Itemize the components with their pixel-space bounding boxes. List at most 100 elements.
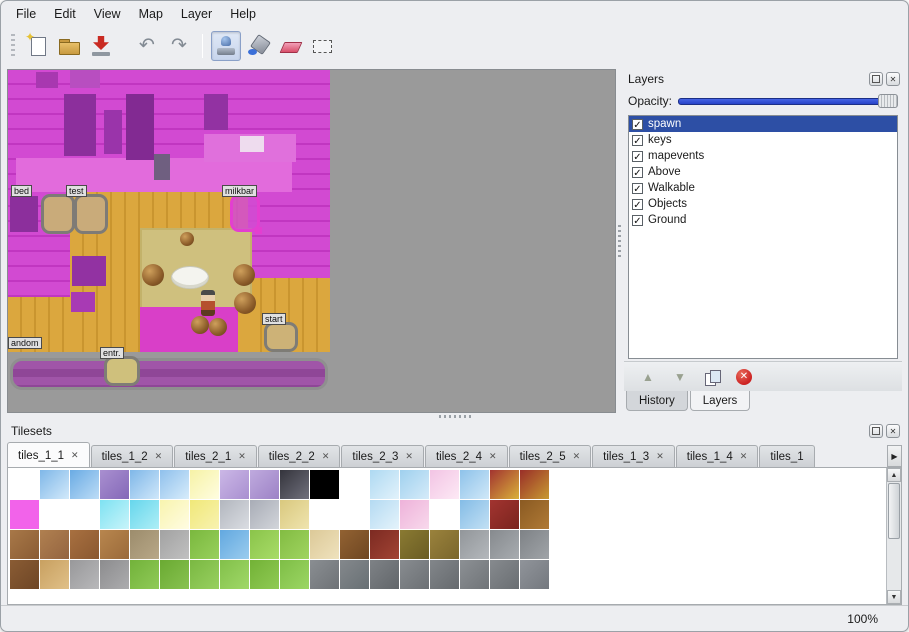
tile-swatch[interactable] bbox=[340, 560, 369, 589]
close-dock-icon[interactable]: ✕ bbox=[886, 424, 900, 438]
layer-visibility-checkbox[interactable]: ✓ bbox=[632, 215, 643, 226]
tab-history[interactable]: History bbox=[626, 391, 688, 411]
tile-swatch[interactable] bbox=[400, 470, 429, 499]
tile-swatch[interactable] bbox=[160, 560, 189, 589]
tileset-tab-tiles_2_2[interactable]: tiles_2_2✕ bbox=[258, 445, 341, 467]
tileset-tab-tiles_1[interactable]: tiles_1✕ bbox=[759, 445, 814, 467]
layer-row-walkable[interactable]: ✓Walkable bbox=[629, 180, 897, 196]
tile-swatch[interactable] bbox=[340, 530, 369, 559]
tile-swatch[interactable] bbox=[160, 470, 189, 499]
tile-swatch[interactable] bbox=[430, 500, 459, 529]
close-dock-icon[interactable]: ✕ bbox=[886, 72, 900, 86]
tileset-palette[interactable] bbox=[8, 468, 886, 604]
opacity-slider[interactable] bbox=[678, 93, 898, 109]
tileset-tab-tiles_1_3[interactable]: tiles_1_3✕ bbox=[592, 445, 675, 467]
tile-swatch[interactable] bbox=[310, 470, 339, 499]
tile-swatch[interactable] bbox=[70, 560, 99, 589]
tile-swatch[interactable] bbox=[160, 530, 189, 559]
tile-swatch[interactable] bbox=[520, 560, 549, 589]
tile-swatch[interactable] bbox=[400, 530, 429, 559]
layer-visibility-checkbox[interactable]: ✓ bbox=[632, 199, 643, 210]
tile-swatch[interactable] bbox=[40, 470, 69, 499]
layer-row-objects[interactable]: ✓Objects bbox=[629, 196, 897, 212]
tile-swatch[interactable] bbox=[430, 530, 459, 559]
tile-swatch[interactable] bbox=[10, 500, 39, 529]
tile-swatch[interactable] bbox=[130, 470, 159, 499]
tileset-tab-tiles_2_5[interactable]: tiles_2_5✕ bbox=[509, 445, 592, 467]
map-object-test[interactable] bbox=[74, 194, 108, 234]
tile-swatch[interactable] bbox=[10, 470, 39, 499]
tile-swatch[interactable] bbox=[280, 530, 309, 559]
undo-button[interactable] bbox=[132, 31, 162, 61]
tile-swatch[interactable] bbox=[370, 470, 399, 499]
tile-swatch[interactable] bbox=[40, 500, 69, 529]
tile-swatch[interactable] bbox=[460, 530, 489, 559]
tile-swatch[interactable] bbox=[490, 530, 519, 559]
tile-swatch[interactable] bbox=[310, 560, 339, 589]
tile-swatch[interactable] bbox=[520, 530, 549, 559]
save-map-button[interactable] bbox=[86, 31, 116, 61]
scroll-up-button[interactable]: ▲ bbox=[887, 468, 901, 482]
tile-swatch[interactable] bbox=[370, 560, 399, 589]
float-dock-icon[interactable] bbox=[869, 424, 883, 438]
tileset-tab-tiles_2_4[interactable]: tiles_2_4✕ bbox=[425, 445, 508, 467]
tile-swatch[interactable] bbox=[250, 500, 279, 529]
tab-scroll-right-button[interactable]: ▶ bbox=[887, 445, 902, 467]
tile-swatch[interactable] bbox=[430, 470, 459, 499]
menu-view[interactable]: View bbox=[85, 4, 130, 24]
tile-swatch[interactable] bbox=[100, 530, 129, 559]
close-tab-icon[interactable]: ✕ bbox=[573, 451, 581, 462]
tile-swatch[interactable] bbox=[340, 470, 369, 499]
tile-swatch[interactable] bbox=[280, 560, 309, 589]
raise-layer-button[interactable] bbox=[636, 366, 660, 388]
tile-swatch[interactable] bbox=[520, 470, 549, 499]
tile-swatch[interactable] bbox=[370, 530, 399, 559]
tile-swatch[interactable] bbox=[10, 560, 39, 589]
object-resize-handle[interactable] bbox=[255, 227, 262, 234]
layer-row-keys[interactable]: ✓keys bbox=[629, 132, 897, 148]
bucket-fill-tool-button[interactable] bbox=[243, 31, 273, 61]
palette-scrollbar[interactable]: ▲ ▼ bbox=[886, 468, 901, 604]
tab-layers[interactable]: Layers bbox=[690, 391, 751, 411]
map-object-start[interactable] bbox=[264, 322, 298, 352]
close-tab-icon[interactable]: ✕ bbox=[489, 451, 497, 462]
tile-swatch[interactable] bbox=[250, 530, 279, 559]
tileset-tab-tiles_2_3[interactable]: tiles_2_3✕ bbox=[341, 445, 424, 467]
layer-visibility-checkbox[interactable]: ✓ bbox=[632, 183, 643, 194]
tile-swatch[interactable] bbox=[400, 500, 429, 529]
rect-select-tool-button[interactable] bbox=[307, 31, 337, 61]
tile-swatch[interactable] bbox=[10, 530, 39, 559]
close-tab-icon[interactable]: ✕ bbox=[656, 451, 664, 462]
tile-swatch[interactable] bbox=[370, 500, 399, 529]
menu-map[interactable]: Map bbox=[130, 4, 172, 24]
tile-swatch[interactable] bbox=[280, 470, 309, 499]
tile-swatch[interactable] bbox=[190, 500, 219, 529]
tile-swatch[interactable] bbox=[400, 560, 429, 589]
tile-swatch[interactable] bbox=[190, 560, 219, 589]
menu-edit[interactable]: Edit bbox=[45, 4, 85, 24]
layer-row-above[interactable]: ✓Above bbox=[629, 164, 897, 180]
tile-swatch[interactable] bbox=[460, 560, 489, 589]
tile-swatch[interactable] bbox=[340, 500, 369, 529]
tile-swatch[interactable] bbox=[190, 470, 219, 499]
tile-swatch[interactable] bbox=[460, 500, 489, 529]
tile-swatch[interactable] bbox=[130, 560, 159, 589]
menu-file[interactable]: File bbox=[7, 4, 45, 24]
tile-swatch[interactable] bbox=[100, 470, 129, 499]
tile-swatch[interactable] bbox=[100, 500, 129, 529]
layer-row-spawn[interactable]: ✓spawn bbox=[629, 116, 897, 132]
tile-swatch[interactable] bbox=[280, 500, 309, 529]
tile-swatch[interactable] bbox=[130, 500, 159, 529]
tile-swatch[interactable] bbox=[220, 470, 249, 499]
layer-visibility-checkbox[interactable]: ✓ bbox=[632, 119, 643, 130]
tile-swatch[interactable] bbox=[100, 560, 129, 589]
layer-visibility-checkbox[interactable]: ✓ bbox=[632, 135, 643, 146]
eraser-tool-button[interactable] bbox=[275, 31, 305, 61]
close-tab-icon[interactable]: ✕ bbox=[238, 451, 246, 462]
layer-row-mapevents[interactable]: ✓mapevents bbox=[629, 148, 897, 164]
duplicate-layer-button[interactable] bbox=[700, 366, 724, 388]
close-tab-icon[interactable]: ✕ bbox=[740, 451, 748, 462]
remove-layer-button[interactable] bbox=[732, 366, 756, 388]
close-tab-icon[interactable]: ✕ bbox=[405, 451, 413, 462]
tile-swatch[interactable] bbox=[490, 470, 519, 499]
